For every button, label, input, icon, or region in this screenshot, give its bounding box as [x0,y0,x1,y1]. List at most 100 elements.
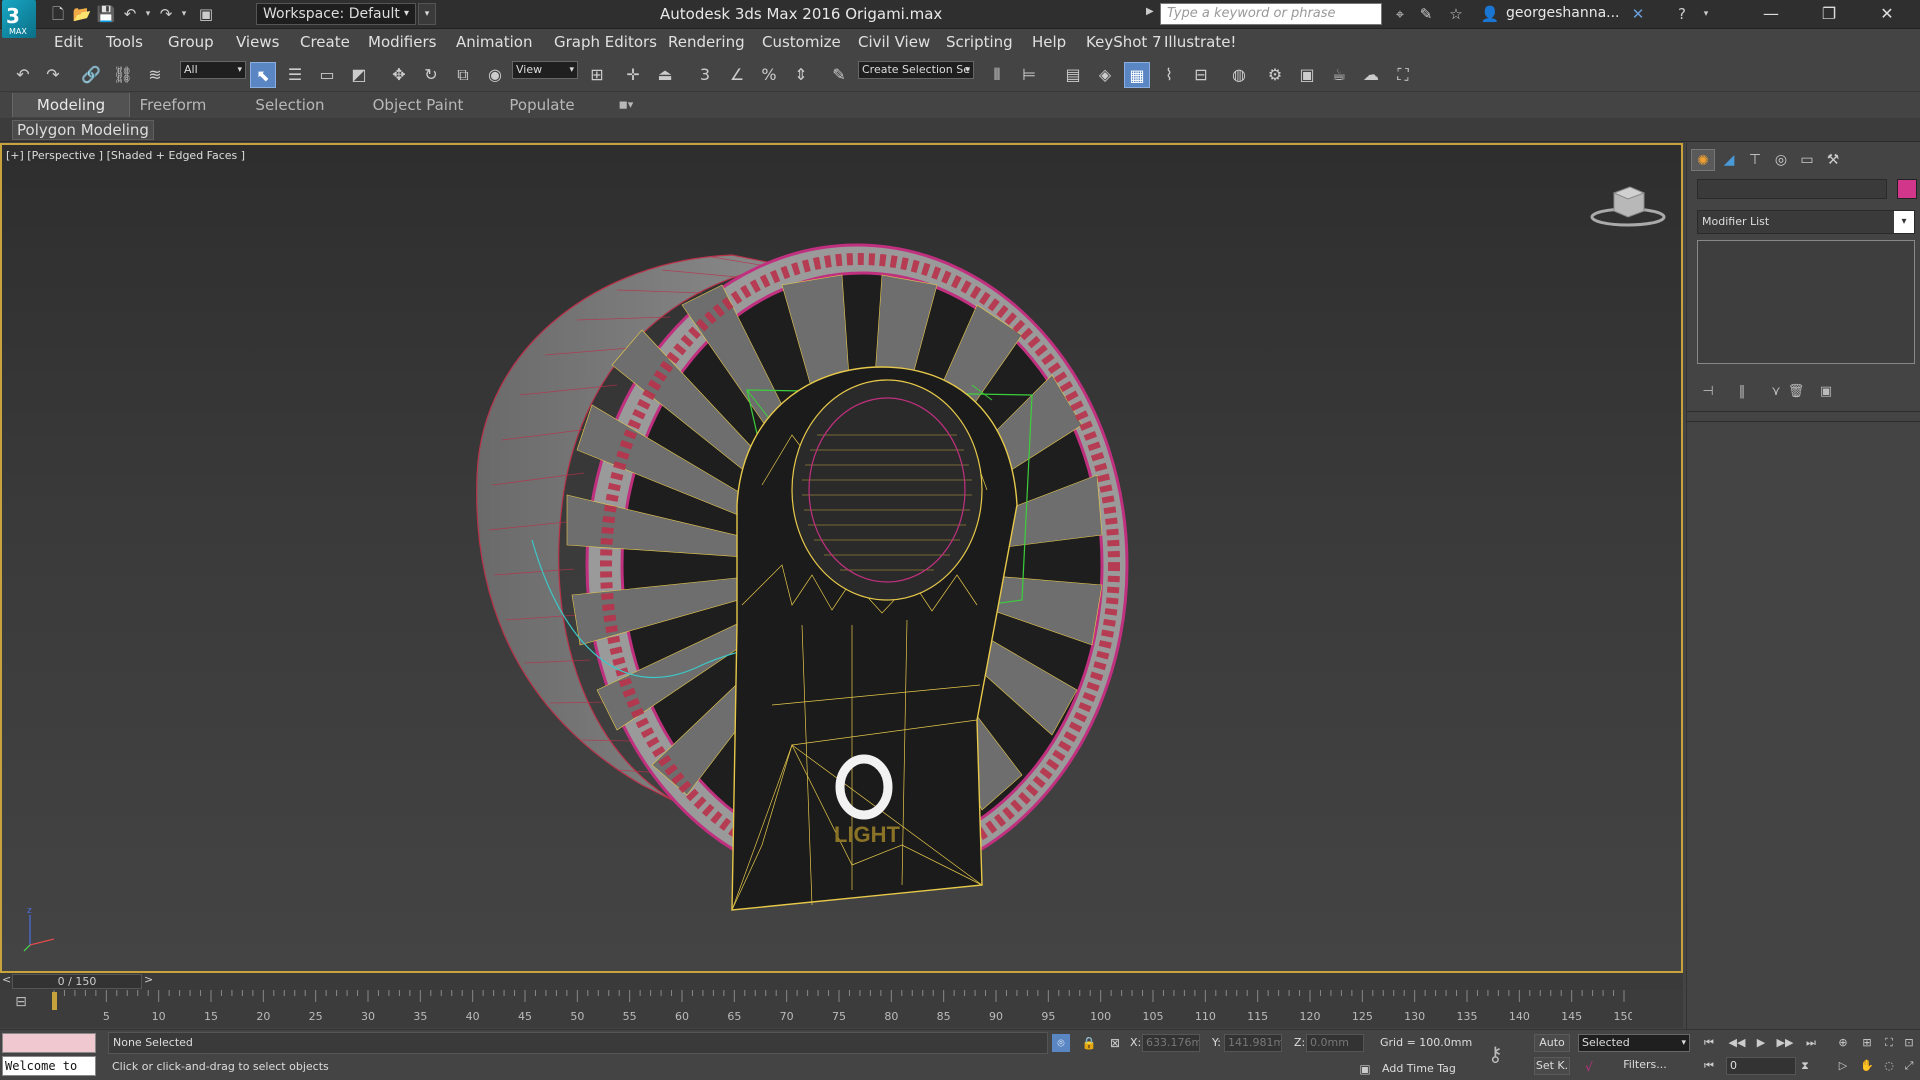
undo-icon[interactable]: ↶ [10,62,36,88]
auto-key-button[interactable]: Auto [1534,1034,1570,1052]
viewport-label[interactable]: [+] [Perspective ] [Shaded + Edged Faces… [6,149,245,162]
configure-modifier-sets-icon[interactable]: ▣ [1817,383,1835,401]
display-tab-icon[interactable]: ▭ [1795,149,1819,171]
tab-populate[interactable]: Populate [498,93,586,117]
render-production-icon[interactable]: ☕ [1326,62,1352,88]
maximize-viewport-icon[interactable]: ⤢ [1900,1057,1918,1075]
material-editor-icon[interactable]: ◍ [1226,62,1252,88]
window-crossing-icon[interactable]: ◩ [346,62,372,88]
keyboard-shortcut-icon[interactable]: ⏏ [652,62,678,88]
current-frame-marker[interactable] [52,992,57,1010]
next-frame-icon[interactable]: ▶▶ [1776,1034,1794,1052]
project-folder-icon[interactable]: ▣ [196,4,216,24]
redo-icon[interactable]: ↷ [156,4,176,24]
placement-icon[interactable]: ◉ [482,62,508,88]
field-of-view-icon[interactable]: ▷ [1834,1057,1852,1075]
zoom-all-icon[interactable]: ⊞ [1858,1034,1876,1052]
menu-modifiers[interactable]: Modifiers [368,33,436,51]
render-setup-icon[interactable]: ⚙ [1262,62,1288,88]
next-frame-arrow-icon[interactable]: > [144,973,153,986]
search-input[interactable]: Type a keyword or phrase [1160,3,1382,25]
percent-snap-icon[interactable]: % [756,62,782,88]
time-slider[interactable]: < 0 / 150 > [0,973,1683,990]
play-icon[interactable]: ▶ [1752,1034,1770,1052]
menu-civil-view[interactable]: Civil View [858,33,930,51]
time-slider-handle[interactable]: 0 / 150 [12,974,142,989]
search-expand-icon[interactable]: ▶ [1146,6,1154,17]
tab-object-paint[interactable]: Object Paint [366,93,470,117]
bind-space-warp-icon[interactable]: ≋ [142,62,168,88]
menu-keyshot[interactable]: KeyShot 7 [1086,33,1162,51]
user-account-icon[interactable]: 👤 [1480,4,1500,24]
current-frame-field[interactable]: 0 [1726,1057,1796,1075]
pivot-center-icon[interactable]: ⊞ [584,62,610,88]
selection-lock-icon[interactable]: 🔒 [1080,1034,1098,1052]
viewcube[interactable] [1590,181,1666,227]
y-coordinate-field[interactable]: 141.981mm [1224,1034,1282,1052]
menu-views[interactable]: Views [236,33,279,51]
unlink-icon[interactable]: ⛓ [110,62,136,88]
zoom-extents-icon[interactable]: ⛶ [1880,1034,1898,1052]
open-mini-curve-editor-icon[interactable]: ⊟ [10,994,32,1014]
scale-icon[interactable]: ⧉ [450,62,476,88]
menu-rendering[interactable]: Rendering [668,33,745,51]
show-end-result-icon[interactable]: ‖ [1733,383,1751,401]
modifier-stack-list[interactable] [1697,240,1915,364]
hierarchy-tab-icon[interactable]: ⊤ [1743,149,1767,171]
ribbon-options-icon[interactable]: ◼▾ [608,93,644,117]
select-object-icon-active[interactable]: ⬉ [250,62,276,88]
object-name-field[interactable] [1697,179,1887,199]
z-coordinate-field[interactable]: 0.0mm [1306,1034,1364,1052]
rendered-frame-window-icon[interactable]: ▣ [1294,62,1320,88]
zoom-icon[interactable]: ⊕ [1834,1034,1852,1052]
select-and-link-icon[interactable]: 🔗 [78,62,104,88]
help-icon[interactable]: ? [1672,4,1692,24]
tab-freeform[interactable]: Freeform [130,93,216,117]
orbit-icon[interactable]: ◌ [1880,1057,1898,1075]
pan-view-icon[interactable]: ✋ [1858,1057,1876,1075]
binoculars-icon[interactable]: ⌖ [1390,4,1410,24]
scene-explorer-icon[interactable]: ▤ [1060,62,1086,88]
redo-dropdown-icon[interactable]: ▾ [174,4,194,24]
zoom-extents-all-icon[interactable]: ⊡ [1900,1034,1918,1052]
previous-frame-icon[interactable]: ◀◀ [1728,1034,1746,1052]
workspace-dropdown[interactable]: Workspace: Default ▾ [256,3,416,25]
menu-edit[interactable]: Edit [54,33,83,51]
menu-animation[interactable]: Animation [456,33,532,51]
layer-explorer-icon[interactable]: ◈ [1092,62,1118,88]
snaps-toggle-icon[interactable]: 3 [692,62,718,88]
x-coordinate-field[interactable]: 633.176mm [1142,1034,1200,1052]
communication-center-icon[interactable]: ✎ [1416,4,1436,24]
menu-scripting[interactable]: Scripting [946,33,1013,51]
select-manipulate-icon[interactable]: ✛ [620,62,646,88]
undo-dropdown-icon[interactable]: ▾ [138,4,158,24]
selection-filter-dropdown[interactable]: All ▾ [180,61,246,79]
schematic-view-icon[interactable]: ⊟ [1188,62,1214,88]
go-to-end-icon[interactable]: ⏭ [1802,1034,1820,1052]
menu-create[interactable]: Create [300,33,350,51]
utilities-tab-icon[interactable]: ⚒ [1821,149,1845,171]
undo-icon[interactable]: ↶ [120,4,140,24]
favorites-star-icon[interactable]: ☆ [1446,4,1466,24]
open-file-icon[interactable]: 📂 [72,4,92,24]
curve-editor-icon[interactable]: ⌇ [1156,62,1182,88]
modifier-list-dropdown[interactable]: Modifier List ▾ [1697,210,1915,234]
align-icon[interactable]: ⊨ [1016,62,1042,88]
menu-tools[interactable]: Tools [106,33,143,51]
tab-selection[interactable]: Selection [246,93,334,117]
redo-icon[interactable]: ↷ [40,62,66,88]
key-filter-selection-dropdown[interactable]: Selected ▾ [1578,1034,1690,1052]
modify-tab-icon[interactable]: ◢ [1717,149,1741,171]
default-tangent-icon[interactable]: √ [1580,1058,1598,1076]
pin-stack-icon[interactable]: ⊣ [1699,383,1717,401]
application-button[interactable]: 3 MAX [2,0,36,38]
key-filters-button[interactable]: Filters... [1600,1057,1690,1075]
named-selection-set-dropdown[interactable]: Create Selection Se ▾ [858,61,974,79]
add-time-tag-button[interactable]: Add Time Tag [1382,1062,1456,1075]
create-tab-icon[interactable]: ✺ [1691,149,1715,171]
quick-access-menu-icon[interactable]: ▾ [418,3,436,25]
select-by-name-icon[interactable]: ☰ [282,62,308,88]
edit-named-selection-icon[interactable]: ✎ [826,62,852,88]
ribbon-toggle-icon[interactable]: ▦ [1124,62,1150,88]
maxscript-mini-listener[interactable]: Welcome to [2,1056,96,1076]
